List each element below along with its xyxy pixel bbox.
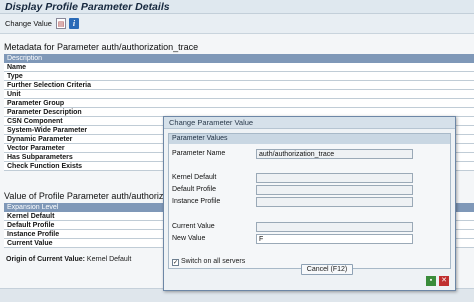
- switch-all-servers-checkbox[interactable]: ✓ Switch on all servers: [172, 258, 245, 266]
- current-value-field: [256, 222, 413, 232]
- dialog-title: Change Parameter Value: [164, 117, 455, 129]
- param-name-field: auth/authorization_trace: [256, 149, 413, 159]
- origin-info: Origin of Current Value: Kernel Default: [6, 256, 131, 263]
- change-value-button[interactable]: Change Value: [5, 19, 52, 28]
- dialog-actions: ▪ ✕: [423, 275, 449, 286]
- group-title: Parameter Values: [169, 134, 450, 144]
- current-value-label: Current Value: [172, 223, 215, 230]
- default-profile-label: Default Profile: [172, 186, 216, 193]
- toolbar: Change Value ▤ i: [0, 14, 474, 34]
- new-value-label: New Value: [172, 235, 206, 242]
- origin-label: Origin of Current Value:: [6, 256, 85, 263]
- close-icon[interactable]: ✕: [439, 276, 449, 286]
- instance-profile-field: [256, 197, 413, 207]
- new-value-input[interactable]: F: [256, 234, 413, 244]
- default-profile-field: [256, 185, 413, 195]
- kernel-default-label: Kernel Default: [172, 174, 217, 181]
- table-row[interactable]: Type: [4, 72, 474, 81]
- table-row[interactable]: Unit: [4, 90, 474, 99]
- param-name-label: Parameter Name: [172, 150, 226, 157]
- table-row[interactable]: Name: [4, 63, 474, 72]
- window-title: Display Profile Parameter Details: [5, 1, 170, 13]
- table-row[interactable]: Further Selection Criteria: [4, 81, 474, 90]
- change-parameter-dialog: Change Parameter Value Parameter Values …: [163, 116, 456, 291]
- instance-profile-label: Instance Profile: [172, 198, 221, 205]
- switch-all-servers-label: Switch on all servers: [181, 258, 246, 265]
- title-bar: Display Profile Parameter Details: [0, 0, 474, 14]
- kernel-default-field: [256, 173, 413, 183]
- checkbox-check-icon[interactable]: ✓: [172, 259, 179, 266]
- metadata-heading: Metadata for Parameter auth/authorizatio…: [4, 42, 199, 52]
- info-icon[interactable]: i: [69, 18, 79, 29]
- document-icon[interactable]: ▤: [56, 18, 66, 29]
- origin-value: Kernel Default: [86, 256, 132, 263]
- table-row[interactable]: Parameter Group: [4, 99, 474, 108]
- parameter-values-group: Parameter Values Parameter Name auth/aut…: [168, 133, 451, 269]
- cancel-button[interactable]: Cancel (F12): [301, 264, 353, 275]
- metadata-column-header: Description: [4, 54, 474, 63]
- save-icon[interactable]: ▪: [426, 276, 436, 286]
